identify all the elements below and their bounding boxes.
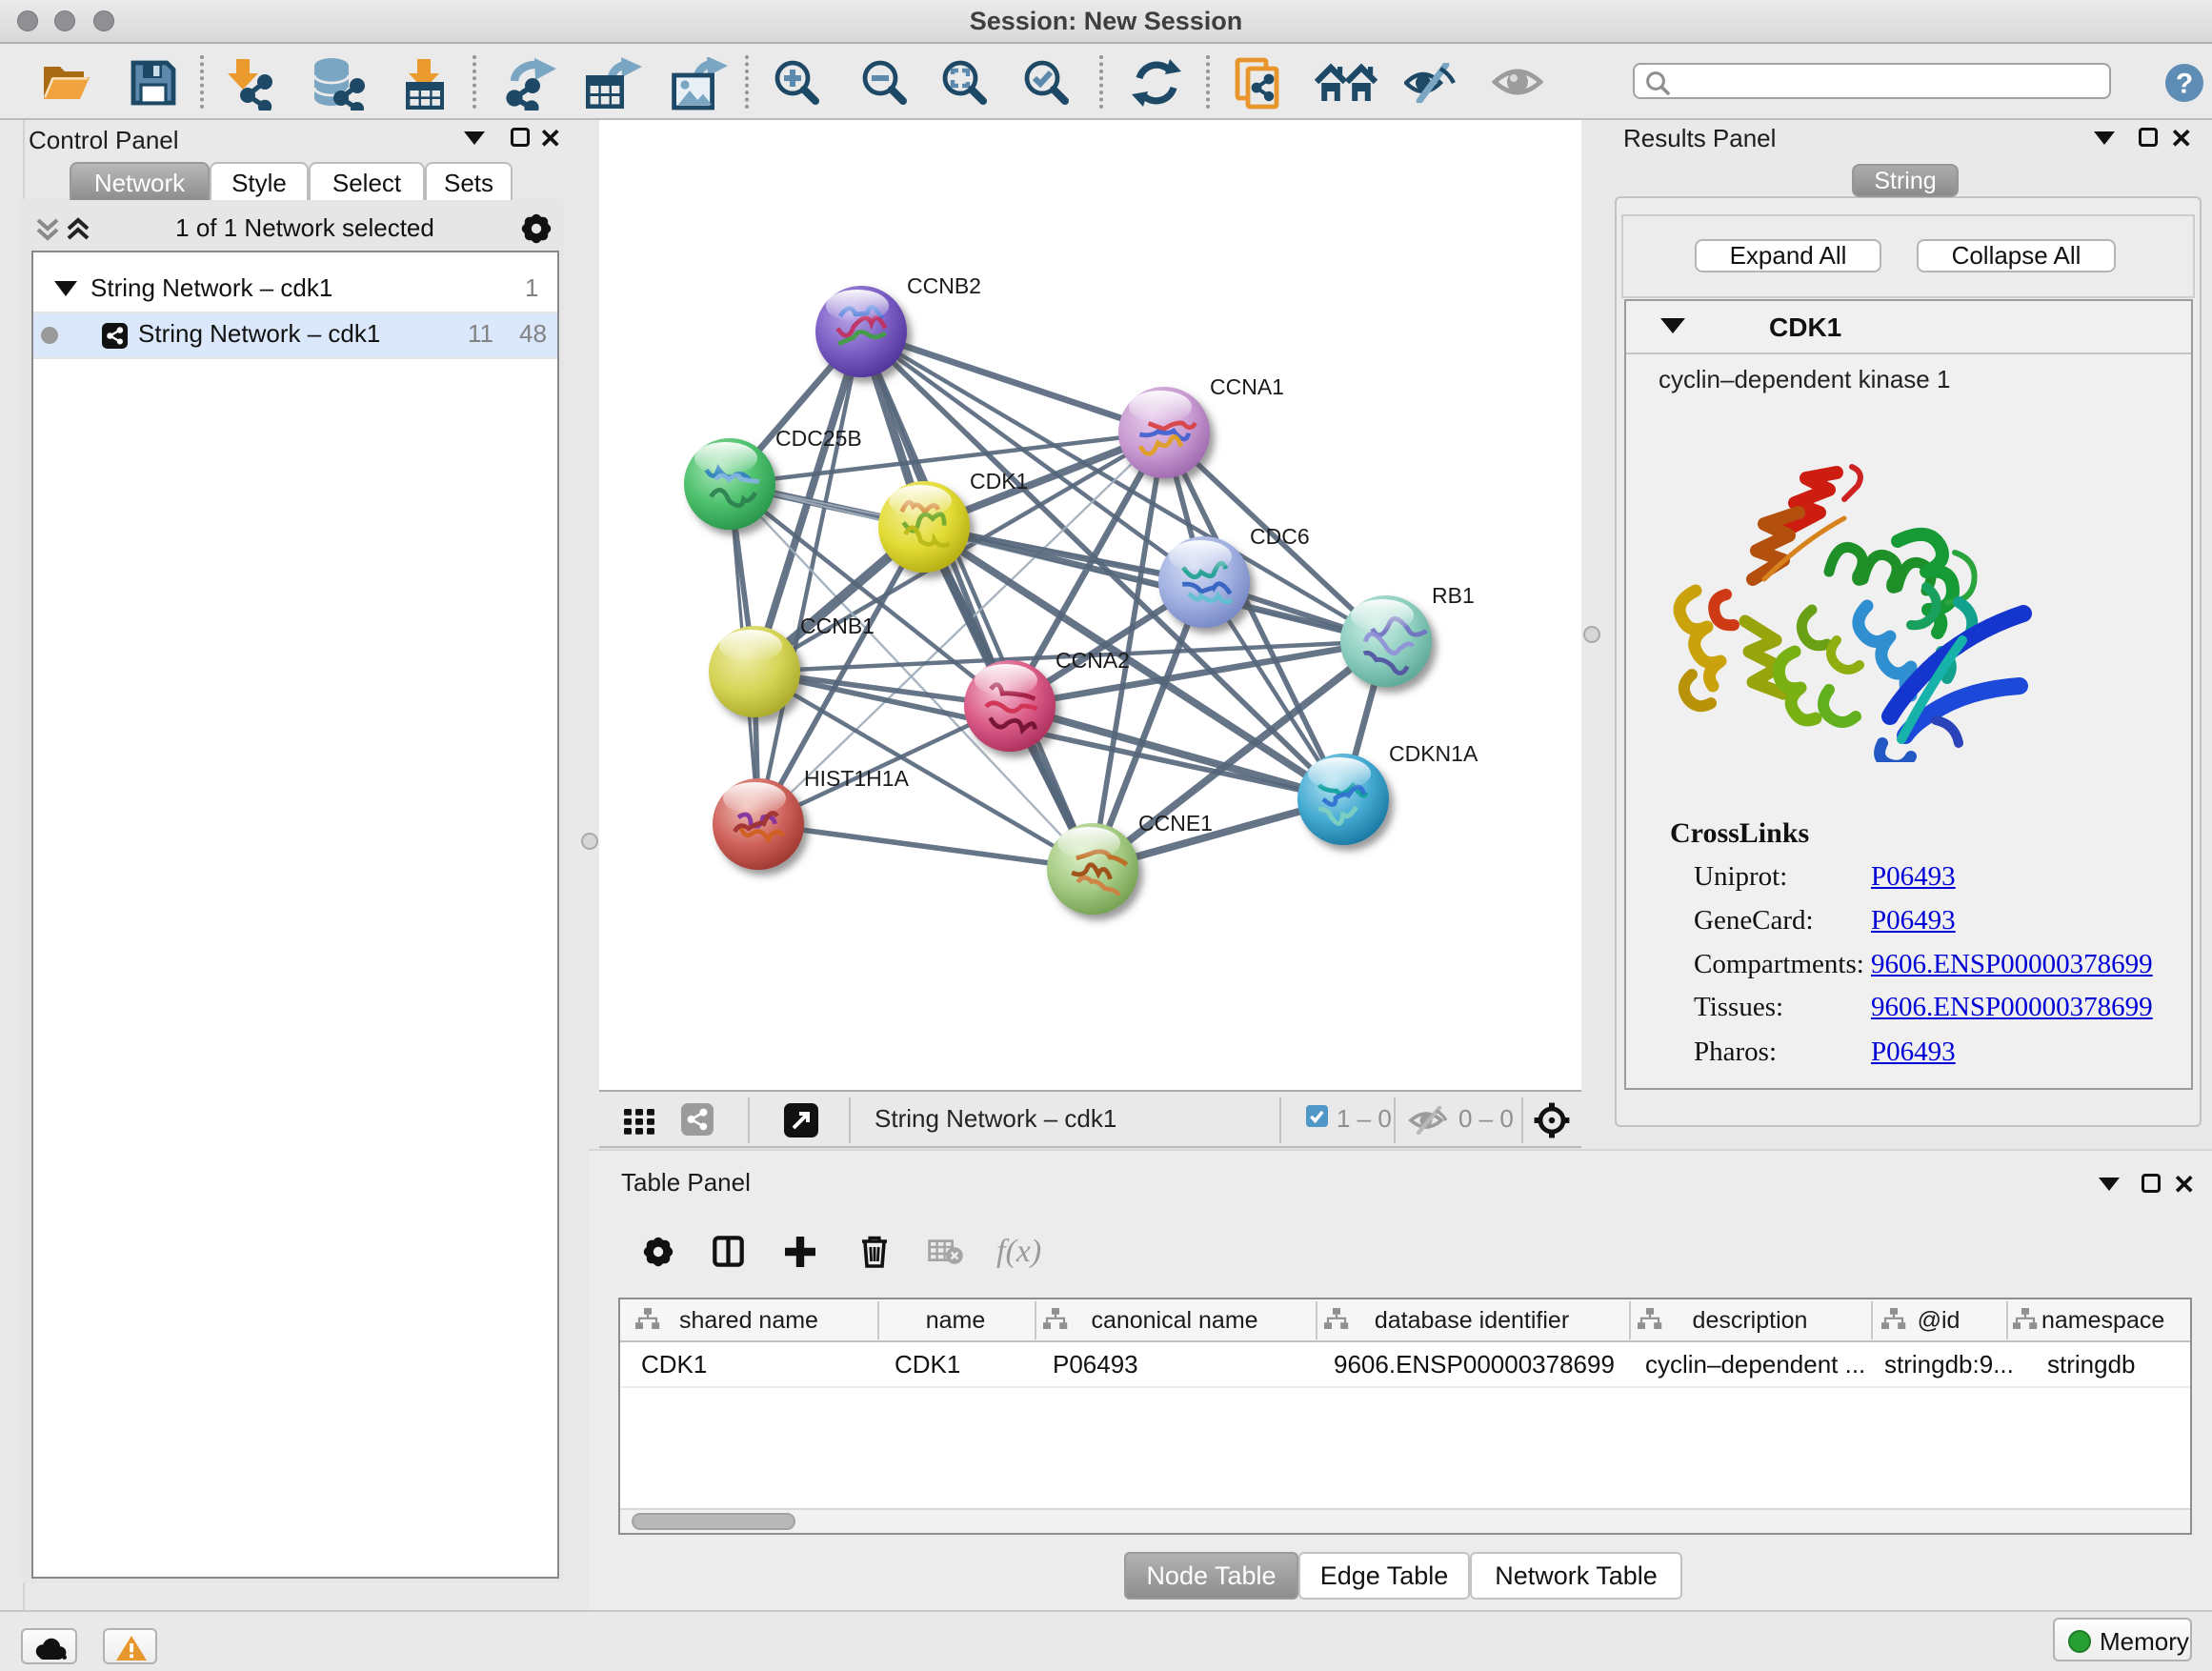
svg-text:CDKN1A: CDKN1A xyxy=(1389,741,1478,766)
svg-text:CDC6: CDC6 xyxy=(1250,524,1310,549)
svg-text:CCNB2: CCNB2 xyxy=(907,273,981,298)
svg-text:?: ? xyxy=(2176,69,2193,100)
svg-text:CDC25B: CDC25B xyxy=(775,426,862,451)
svg-text:CDK1: CDK1 xyxy=(970,469,1028,493)
svg-text:RB1: RB1 xyxy=(1432,583,1475,608)
svg-text:HIST1H1A: HIST1H1A xyxy=(804,766,910,791)
svg-text:CCNE1: CCNE1 xyxy=(1138,811,1213,836)
svg-text:CCNA1: CCNA1 xyxy=(1210,374,1284,399)
svg-text:CCNB1: CCNB1 xyxy=(800,614,875,638)
svg-text:CCNA2: CCNA2 xyxy=(1056,648,1130,673)
